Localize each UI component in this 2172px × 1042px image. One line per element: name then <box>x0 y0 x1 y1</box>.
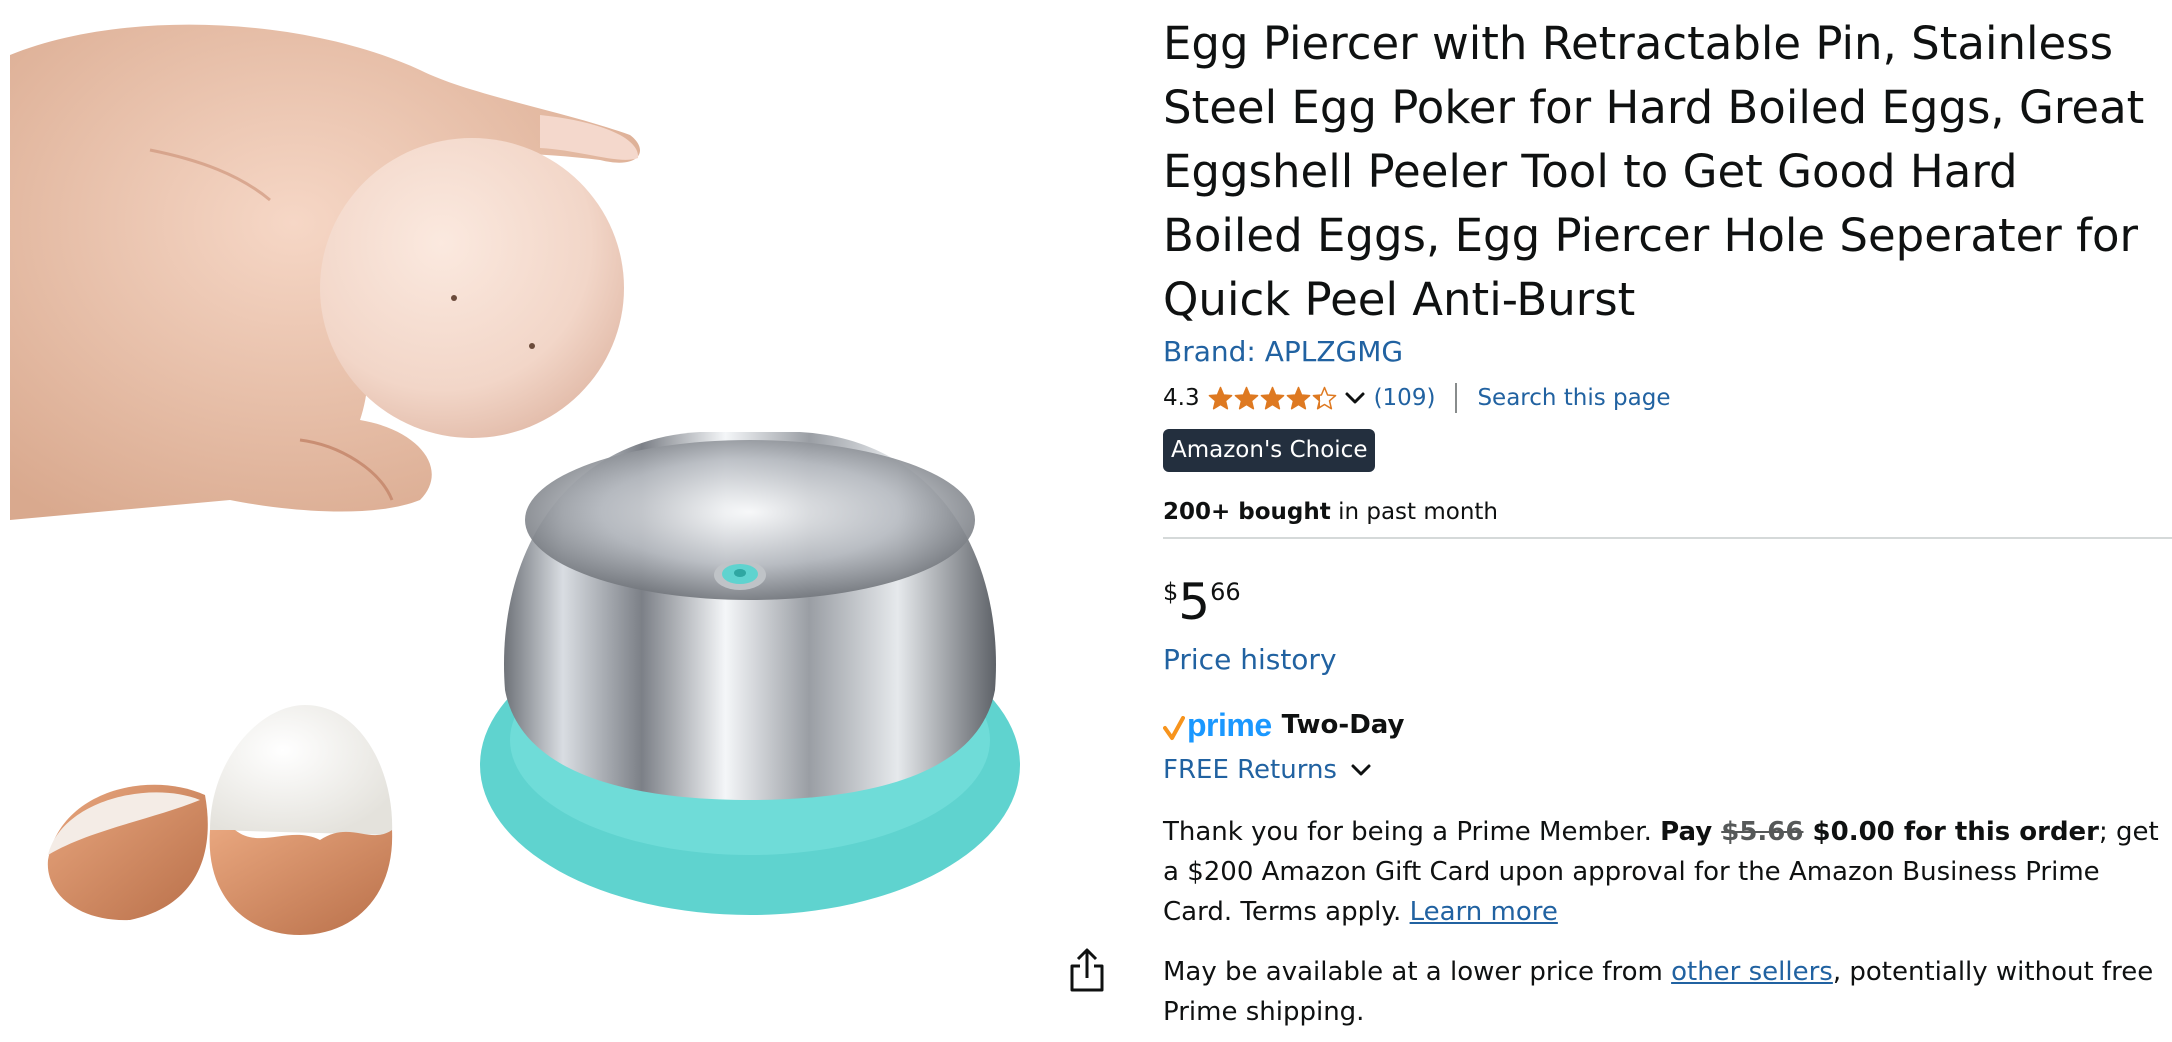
prime-card-text1: Thank you for being a Prime Member. <box>1163 817 1661 847</box>
star-icon <box>1312 386 1336 409</box>
other-sellers-note: May be available at a lower price from o… <box>1163 952 2163 1032</box>
share-button[interactable] <box>1066 946 1108 996</box>
prime-card-free-order: $0.00 for this order <box>1803 817 2100 847</box>
peeled-eggs <box>47 705 393 935</box>
prime-delivery[interactable]: prime Two-Day <box>1163 703 1404 747</box>
star-icon <box>1208 386 1232 409</box>
free-returns-link[interactable]: FREE Returns <box>1163 750 1375 790</box>
rating-stars[interactable] <box>1208 386 1338 411</box>
rating-value: 4.3 <box>1163 385 1200 411</box>
star-icon <box>1260 386 1284 409</box>
bought-count-bold: 200+ bought <box>1163 499 1331 525</box>
divider <box>1455 383 1458 413</box>
price-fraction: 66 <box>1210 578 1241 606</box>
price-history-link[interactable]: Price history <box>1163 640 1337 680</box>
free-returns-label: FREE Returns <box>1163 755 1337 785</box>
share-icon <box>1070 948 1104 992</box>
prime-card-offer: Thank you for being a Prime Member. Pay … <box>1163 812 2163 932</box>
prime-check-icon <box>1163 716 1185 740</box>
egg-held <box>320 138 624 438</box>
prime-logo: prime <box>1187 706 1272 743</box>
other-sellers-link[interactable]: other sellers <box>1671 957 1833 987</box>
product-main-image[interactable] <box>0 0 1090 1042</box>
star-icon <box>1286 386 1310 409</box>
bought-count: 200+ bought in past month <box>1163 495 1498 529</box>
amazons-choice-badge[interactable]: Amazon's Choice <box>1163 429 1376 472</box>
product-title: Egg Piercer with Retractable Pin, Stainl… <box>1163 17 2145 326</box>
price: $ 5 66 <box>1163 572 1241 642</box>
brand-link[interactable]: Brand: APLZGMG <box>1163 332 1403 372</box>
egg-piercer-tool <box>480 432 1020 915</box>
rating-row: 4.3 (109) Search this page <box>1163 378 1671 418</box>
prime-card-strike-price: $5.66 <box>1721 817 1804 847</box>
review-count-link[interactable]: (109) <box>1374 385 1436 411</box>
divider-line <box>1163 537 2172 539</box>
price-symbol: $ <box>1163 578 1179 606</box>
star-icon <box>1234 386 1258 409</box>
learn-more-link[interactable]: Learn more <box>1410 897 1558 927</box>
prime-card-pay: Pay <box>1660 817 1722 847</box>
price-whole: 5 <box>1178 573 1211 631</box>
chevron-down-icon[interactable] <box>1342 385 1368 411</box>
search-this-page-link[interactable]: Search this page <box>1477 385 1670 411</box>
bought-count-rest: in past month <box>1330 499 1499 525</box>
other-sellers-text1: May be available at a lower price from <box>1163 957 1672 987</box>
chevron-down-icon <box>1351 764 1371 776</box>
product-image-area[interactable] <box>0 0 1104 1042</box>
prime-speed: Two-Day <box>1281 710 1405 740</box>
